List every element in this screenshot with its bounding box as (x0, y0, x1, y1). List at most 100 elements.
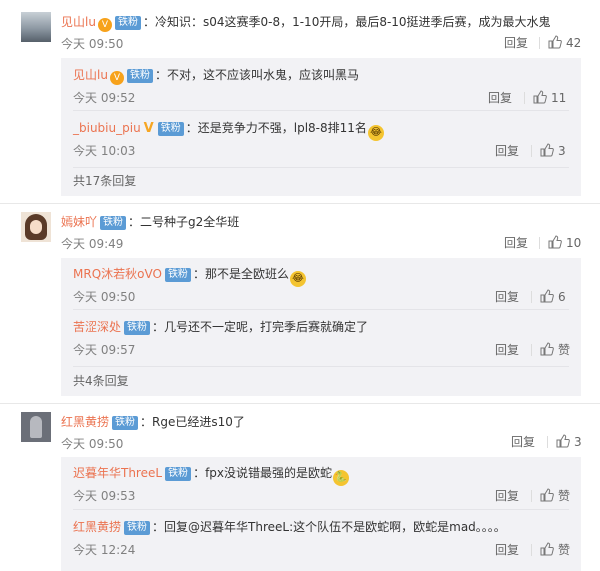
divider (73, 366, 569, 367)
username[interactable]: 迟暮年华ThreeL (73, 466, 162, 480)
divider (531, 490, 532, 502)
reply-text: fpx没说错最强的是欧蛇 (205, 466, 333, 480)
comment-item: 嫣妹吖 铁粉 ：二号种子g2全华班 今天 09:49 回复 10 MRQ沐若秋oVO… (0, 210, 600, 400)
reply-text: 那不是全欧班么 (204, 267, 289, 281)
reply-time: 今天 09:50 (73, 290, 136, 304)
fan-badge[interactable]: 铁粉 (100, 216, 127, 230)
like-count: 10 (566, 236, 582, 250)
like-button[interactable]: 赞 (540, 542, 570, 558)
like-button[interactable]: 6 (540, 289, 566, 305)
reply-time: 今天 09:53 (73, 489, 136, 503)
reply-body: 苦涩深处 铁粉 ：几号还不一定呢，打完季后赛就确定了 (73, 318, 368, 336)
snake-emoji-icon: 🐍 (333, 470, 350, 486)
reply-time: 今天 09:57 (73, 343, 136, 357)
like-button[interactable]: 10 (548, 235, 581, 251)
colon: ： (140, 415, 153, 429)
fan-badge[interactable]: 铁粉 (165, 467, 192, 481)
colon: ： (192, 267, 205, 281)
colon: ： (185, 121, 198, 135)
reply-item: MRQ沐若秋oVO 铁粉 ：那不是全欧班么 😂 今天 09:50 回复 6 (61, 265, 581, 309)
reply-button[interactable]: 回复 (504, 235, 528, 251)
username[interactable]: _biubiu_piu (73, 121, 141, 135)
divider (539, 237, 540, 249)
fan-badge[interactable]: 铁粉 (114, 16, 141, 30)
reply-item: _biubiu_piu V 铁粉 ：还是竞争力不强，lpl8-8排11名 😂 今天 10… (61, 119, 581, 163)
reply-text: 几号还不一定呢，打完季后赛就确定了 (164, 320, 369, 334)
comment-body: 红黑黄捞 铁粉 ：Rge已经进s10了 (61, 413, 245, 431)
more-replies-link[interactable]: 共4条回复 (73, 373, 129, 389)
like-button[interactable]: 赞 (540, 342, 570, 358)
reply-time: 今天 12:24 (73, 543, 136, 557)
colon: ： (193, 466, 206, 480)
thumbs-up-icon (540, 289, 554, 303)
reply-time: 今天 09:52 (73, 91, 136, 105)
username[interactable]: 红黑黄捞 (73, 520, 121, 534)
like-button[interactable]: 42 (548, 35, 581, 51)
like-count: 11 (551, 91, 567, 105)
username[interactable]: 苦涩深处 (73, 320, 121, 334)
divider (73, 309, 569, 310)
reply-button[interactable]: 回复 (511, 434, 535, 450)
thumbs-up-icon (540, 542, 554, 556)
laugh-cry-emoji-icon: 😂 (367, 125, 384, 141)
reply-button[interactable]: 回复 (495, 488, 519, 504)
reply-item: 红黑黄捞 铁粉 ：回复@迟暮年华ThreeL:这个队伍不是欧蛇啊，欧蛇是mad。。。… (61, 518, 581, 562)
vip-icon: V (109, 71, 124, 85)
username[interactable]: 嫣妹吖 (61, 215, 97, 229)
comment-body: 嫣妹吖 铁粉 ：二号种子g2全华班 (61, 213, 239, 231)
like-label: 赞 (558, 543, 571, 557)
like-button[interactable]: 11 (533, 90, 566, 106)
vip-icon: V (97, 18, 112, 32)
username[interactable]: MRQ沐若秋oVO (73, 267, 162, 281)
username[interactable]: 见山lu (61, 15, 96, 29)
divider (0, 203, 600, 204)
like-button[interactable]: 赞 (540, 488, 570, 504)
reply-button[interactable]: 回复 (495, 342, 519, 358)
reply-time: 今天 10:03 (73, 144, 136, 158)
like-count: 6 (558, 290, 566, 304)
reply-button[interactable]: 回复 (495, 143, 519, 159)
reply-button[interactable]: 回复 (495, 542, 519, 558)
fan-badge[interactable]: 铁粉 (164, 268, 191, 282)
reply-body: _biubiu_piu V 铁粉 ：还是竞争力不强，lpl8-8排11名 😂 (73, 119, 384, 141)
more-replies-link[interactable]: 共17条回复 (73, 173, 136, 189)
divider (531, 145, 532, 157)
colon: ： (154, 68, 167, 82)
reply-body: 迟暮年华ThreeL 铁粉 ：fpx没说错最强的是欧蛇 🐍 (73, 464, 350, 486)
colon: ： (152, 520, 165, 534)
comment-text: 二号种子g2全华班 (140, 215, 240, 229)
fan-badge[interactable]: 铁粉 (112, 416, 139, 430)
reply-button[interactable]: 回复 (504, 35, 528, 51)
thumbs-up-icon (540, 342, 554, 356)
reply-body: 见山lu V 铁粉 ：不对，这不应该叫水鬼，应该叫黑马 (73, 66, 359, 85)
reply-button[interactable]: 回复 (488, 90, 512, 106)
like-button[interactable]: 3 (556, 434, 582, 450)
thumbs-up-icon (540, 488, 554, 502)
thumbs-up-icon (533, 90, 547, 104)
reply-panel: 见山lu V 铁粉 ：不对，这不应该叫水鬼，应该叫黑马 今天 09:52 回复 11 … (61, 58, 581, 196)
thumbs-up-icon (540, 143, 554, 157)
like-label: 赞 (558, 489, 571, 503)
divider (539, 37, 540, 49)
fan-badge[interactable]: 铁粉 (126, 69, 153, 83)
fan-badge[interactable]: 铁粉 (124, 521, 151, 535)
comment-item: 红黑黄捞 铁粉 ：Rge已经进s10了 今天 09:50 回复 3 迟暮年华Thre… (0, 410, 600, 571)
username[interactable]: 见山lu (73, 68, 108, 82)
username[interactable]: 红黑黄捞 (61, 415, 109, 429)
comment-text: Rge已经进s10了 (152, 415, 245, 429)
comment-body: 见山lu V 铁粉 ：冷知识：s04这赛季0-8，1-10开局，最后8-10挺进季后赛… (61, 13, 551, 32)
fan-badge[interactable]: 铁粉 (124, 321, 151, 335)
divider (531, 344, 532, 356)
reply-text: 还是竞争力不强，lpl8-8排11名 (197, 121, 367, 135)
like-button[interactable]: 3 (540, 143, 566, 159)
fan-badge[interactable]: 铁粉 (157, 122, 184, 136)
divider (73, 110, 569, 111)
thumbs-up-icon (548, 235, 562, 249)
reply-button[interactable]: 回复 (495, 289, 519, 305)
verified-icon: V (143, 121, 154, 136)
reply-text: 不对，这不应该叫水鬼，应该叫黑马 (166, 68, 359, 82)
colon: ： (152, 320, 165, 334)
colon: ： (142, 15, 155, 29)
divider (73, 509, 569, 510)
divider (0, 403, 600, 404)
